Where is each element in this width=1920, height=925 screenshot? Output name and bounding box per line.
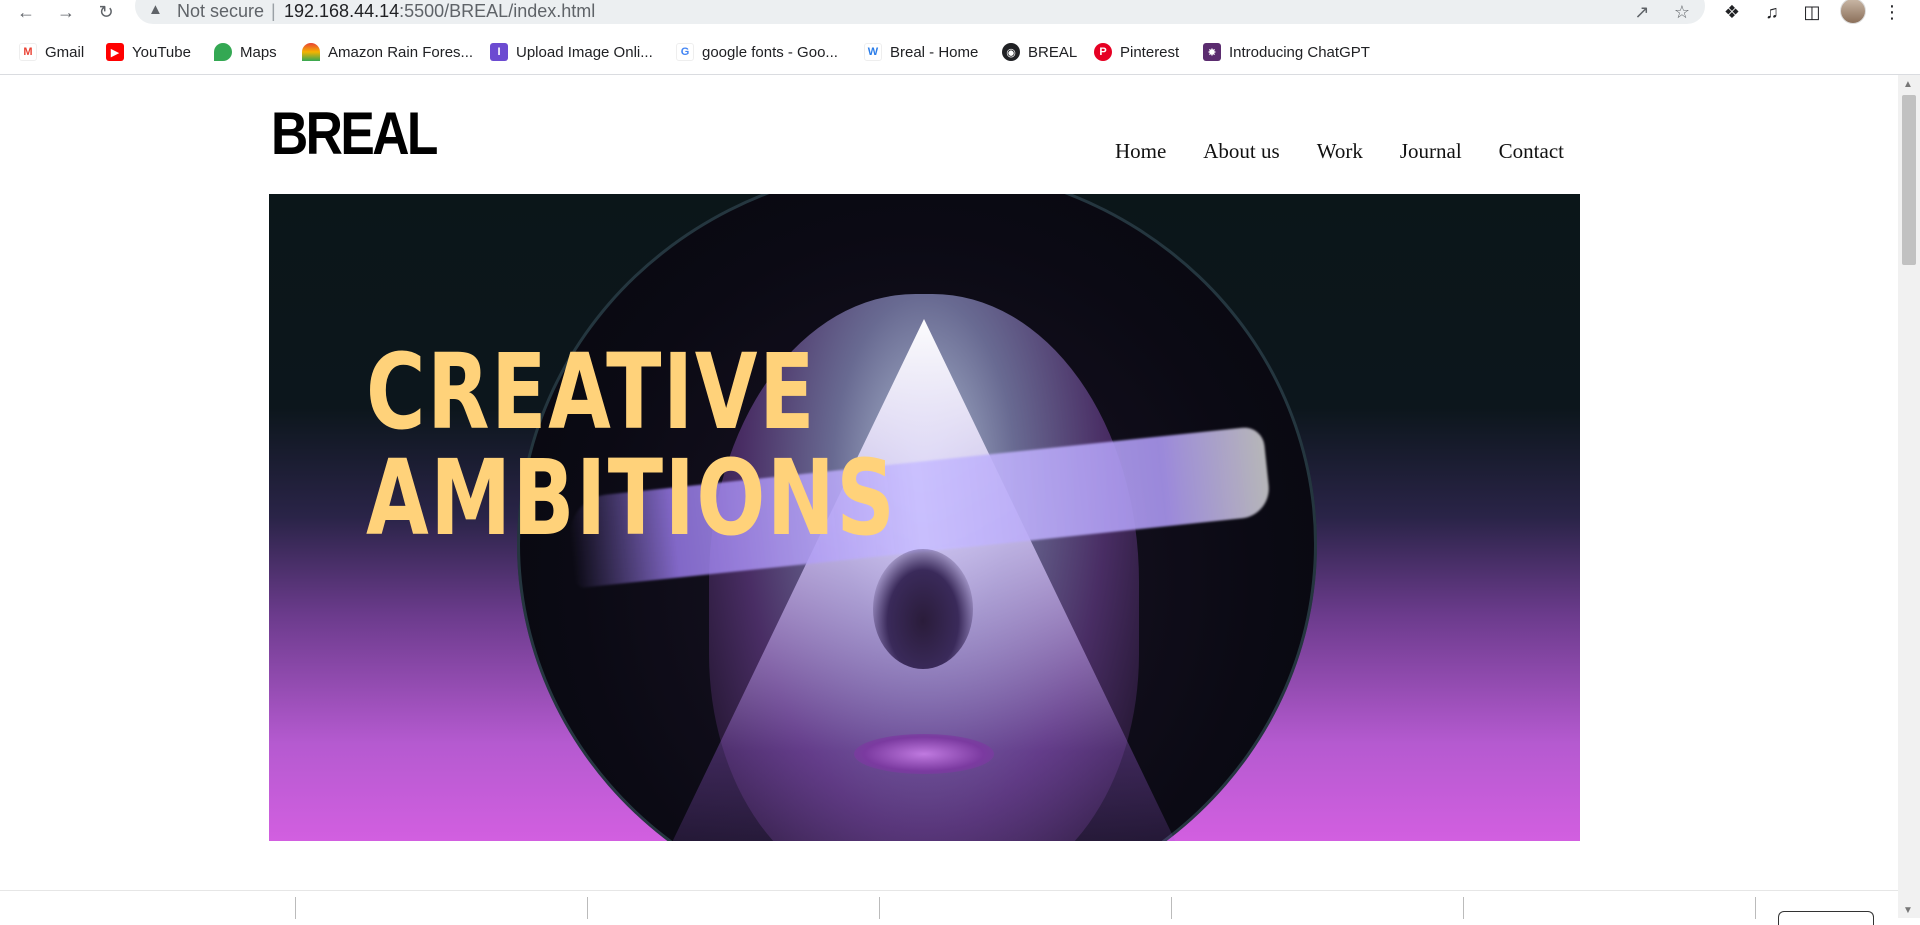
bookmark-maps[interactable]: Maps — [214, 41, 277, 63]
bookmark-amazon-rain[interactable]: Amazon Rain Fores... — [302, 41, 473, 63]
upload-icon: I — [490, 43, 508, 61]
bookmarks-bar: M Gmail ▶ YouTube Maps Amazon Rain Fores… — [0, 37, 1920, 67]
url-separator: | — [271, 1, 276, 21]
column-divider — [295, 897, 296, 919]
back-arrow-icon[interactable]: ← — [14, 0, 38, 24]
bookmark-chatgpt[interactable]: ✸ Introducing ChatGPT — [1203, 41, 1370, 63]
bookmark-label: Pinterest — [1120, 43, 1180, 61]
google-icon: G — [676, 43, 694, 61]
partial-button[interactable] — [1778, 911, 1874, 925]
profile-avatar[interactable] — [1840, 0, 1866, 24]
bookmark-label: Amazon Rain Fores... — [328, 43, 474, 61]
web-page: BREAL Home About us Work Journal Contact… — [0, 75, 1898, 918]
column-divider — [1463, 897, 1464, 919]
scroll-down-arrow-icon[interactable]: ▼ — [1903, 905, 1913, 916]
globe-icon: ◉ — [1002, 43, 1020, 61]
bookmark-label: Maps — [240, 43, 277, 61]
puzzle-icon[interactable]: ❖ — [1720, 0, 1744, 24]
nav-contact[interactable]: Contact — [1499, 139, 1564, 164]
share-icon[interactable]: ↗ — [1630, 0, 1654, 24]
column-divider — [879, 897, 880, 919]
nav-home[interactable]: Home — [1115, 139, 1166, 164]
bookmark-youtube[interactable]: ▶ YouTube — [106, 41, 191, 63]
url-path: :5500/BREAL/index.html — [399, 1, 596, 21]
forward-arrow-icon[interactable]: → — [54, 0, 78, 24]
bookmark-label: Gmail — [45, 43, 85, 61]
hero-face-shadow — [873, 549, 973, 669]
bookmark-breal[interactable]: ◉ BREAL — [1002, 41, 1077, 63]
bookmark-label: Upload Image Onli... — [516, 43, 653, 61]
url-host: 192.168.44.14 — [284, 1, 400, 21]
bookmark-label: Introducing ChatGPT — [1229, 43, 1370, 61]
bookmark-label: BREAL — [1028, 43, 1078, 61]
youtube-icon: ▶ — [106, 43, 124, 61]
rainbow-icon — [302, 43, 320, 61]
gmail-icon: M — [19, 43, 37, 61]
kebab-menu-icon[interactable]: ⋮ — [1880, 0, 1904, 24]
column-divider — [1171, 897, 1172, 919]
maps-icon — [214, 43, 232, 61]
bookmark-label: google fonts - Goo... — [702, 43, 838, 61]
next-section-strip — [0, 890, 1898, 919]
reload-icon[interactable]: ↻ — [94, 0, 118, 24]
star-icon[interactable]: ☆ — [1670, 0, 1694, 24]
hero-title-line2: AMBITIONS — [366, 437, 897, 559]
nav-work[interactable]: Work — [1317, 139, 1363, 164]
scroll-up-arrow-icon[interactable]: ▲ — [1903, 79, 1913, 90]
bookmark-google-fonts[interactable]: G google fonts - Goo... — [676, 41, 838, 63]
weebly-icon: W — [864, 43, 882, 61]
column-divider — [1755, 897, 1756, 919]
bookmark-breal-home[interactable]: W Breal - Home — [864, 41, 978, 63]
warning-icon[interactable]: ▲ — [148, 1, 163, 18]
bookmark-label: Breal - Home — [890, 43, 979, 61]
nav-journal[interactable]: Journal — [1400, 139, 1462, 164]
scroll-thumb[interactable] — [1902, 95, 1916, 265]
media-queue-icon[interactable]: ♫ — [1760, 0, 1784, 24]
hero-banner: CREATIVE AMBITIONS — [269, 194, 1580, 841]
security-label[interactable]: Not secure — [177, 1, 264, 22]
bookmark-label: YouTube — [132, 43, 191, 61]
bookmark-upload-image[interactable]: I Upload Image Onli... — [490, 41, 653, 63]
bookmark-pinterest[interactable]: P Pinterest — [1094, 41, 1179, 63]
pinterest-icon: P — [1094, 43, 1112, 61]
hero-title: CREATIVE AMBITIONS — [366, 339, 896, 551]
browser-toolbar: ← → ↻ ▲ Not secure | 192.168.44.14:5500/… — [0, 0, 1920, 25]
column-divider — [587, 897, 588, 919]
main-nav: Home About us Work Journal Contact — [1115, 139, 1564, 164]
nav-about-us[interactable]: About us — [1203, 139, 1279, 164]
hero-title-line1: CREATIVE — [366, 331, 817, 453]
side-panel-icon[interactable]: ◫ — [1800, 0, 1824, 24]
site-logo[interactable]: BREAL — [271, 104, 438, 164]
hero-face-highlight — [854, 734, 994, 774]
url-text[interactable]: 192.168.44.14:5500/BREAL/index.html — [284, 1, 595, 22]
page-scrollbar[interactable]: ▲ ▼ — [1898, 75, 1920, 918]
chatgpt-icon: ✸ — [1203, 43, 1221, 61]
bookmark-gmail[interactable]: M Gmail — [19, 41, 84, 63]
